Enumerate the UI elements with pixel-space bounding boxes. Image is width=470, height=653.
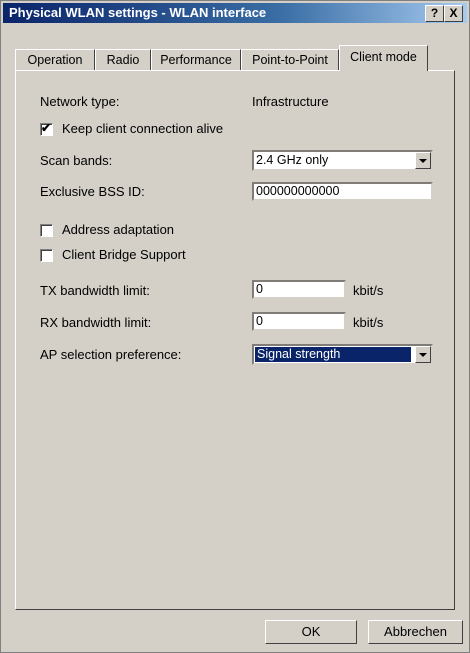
client-mode-panel: Network type: Infrastructure ✔ Keep clie… (15, 70, 455, 610)
ap-preference-label: AP selection preference: (40, 347, 182, 362)
address-adaptation-label[interactable]: Address adaptation (62, 222, 174, 237)
tab-radio[interactable]: Radio (95, 49, 151, 70)
bssid-label: Exclusive BSS ID: (40, 184, 145, 199)
close-button[interactable]: X (444, 5, 463, 22)
keep-alive-label[interactable]: Keep client connection alive (62, 121, 223, 136)
tab-performance[interactable]: Performance (151, 49, 241, 70)
tx-bandwidth-field[interactable]: 0 (252, 280, 346, 299)
cancel-button[interactable]: Abbrechen (368, 620, 463, 644)
tx-bandwidth-unit: kbit/s (353, 283, 384, 298)
keep-alive-checkbox[interactable]: ✔ (40, 121, 53, 136)
network-type-label: Network type: (40, 94, 120, 109)
tx-bandwidth-label: TX bandwidth limit: (40, 283, 150, 298)
client-bridge-label[interactable]: Client Bridge Support (62, 247, 186, 262)
ap-preference-value: Signal strength (255, 347, 411, 362)
bssid-field[interactable]: 000000000000 (252, 182, 433, 201)
tab-operation[interactable]: Operation (15, 49, 95, 70)
title-bar[interactable]: Physical WLAN settings - WLAN interface … (3, 3, 467, 23)
scan-bands-dropdown[interactable]: 2.4 GHz only (252, 150, 433, 171)
scan-bands-label: Scan bands: (40, 153, 113, 168)
rx-bandwidth-label: RX bandwidth limit: (40, 315, 152, 330)
chevron-down-icon[interactable] (415, 346, 431, 363)
ok-button[interactable]: OK (265, 620, 357, 644)
tab-point-to-point[interactable]: Point-to-Point (241, 49, 339, 70)
ap-preference-dropdown[interactable]: Signal strength (252, 344, 433, 365)
address-adaptation-checkbox[interactable] (40, 224, 53, 237)
check-icon: ✔ (41, 121, 52, 135)
network-type-value: Infrastructure (252, 94, 329, 109)
chevron-down-icon[interactable] (415, 152, 431, 169)
help-button[interactable]: ? (425, 5, 444, 22)
rx-bandwidth-field[interactable]: 0 (252, 312, 346, 331)
tab-client-mode[interactable]: Client mode (339, 45, 428, 71)
window-title: Physical WLAN settings - WLAN interface (9, 5, 267, 20)
rx-bandwidth-unit: kbit/s (353, 315, 384, 330)
client-bridge-checkbox[interactable] (40, 249, 53, 262)
dialog-window: Physical WLAN settings - WLAN interface … (0, 0, 470, 653)
scan-bands-value: 2.4 GHz only (256, 153, 329, 167)
